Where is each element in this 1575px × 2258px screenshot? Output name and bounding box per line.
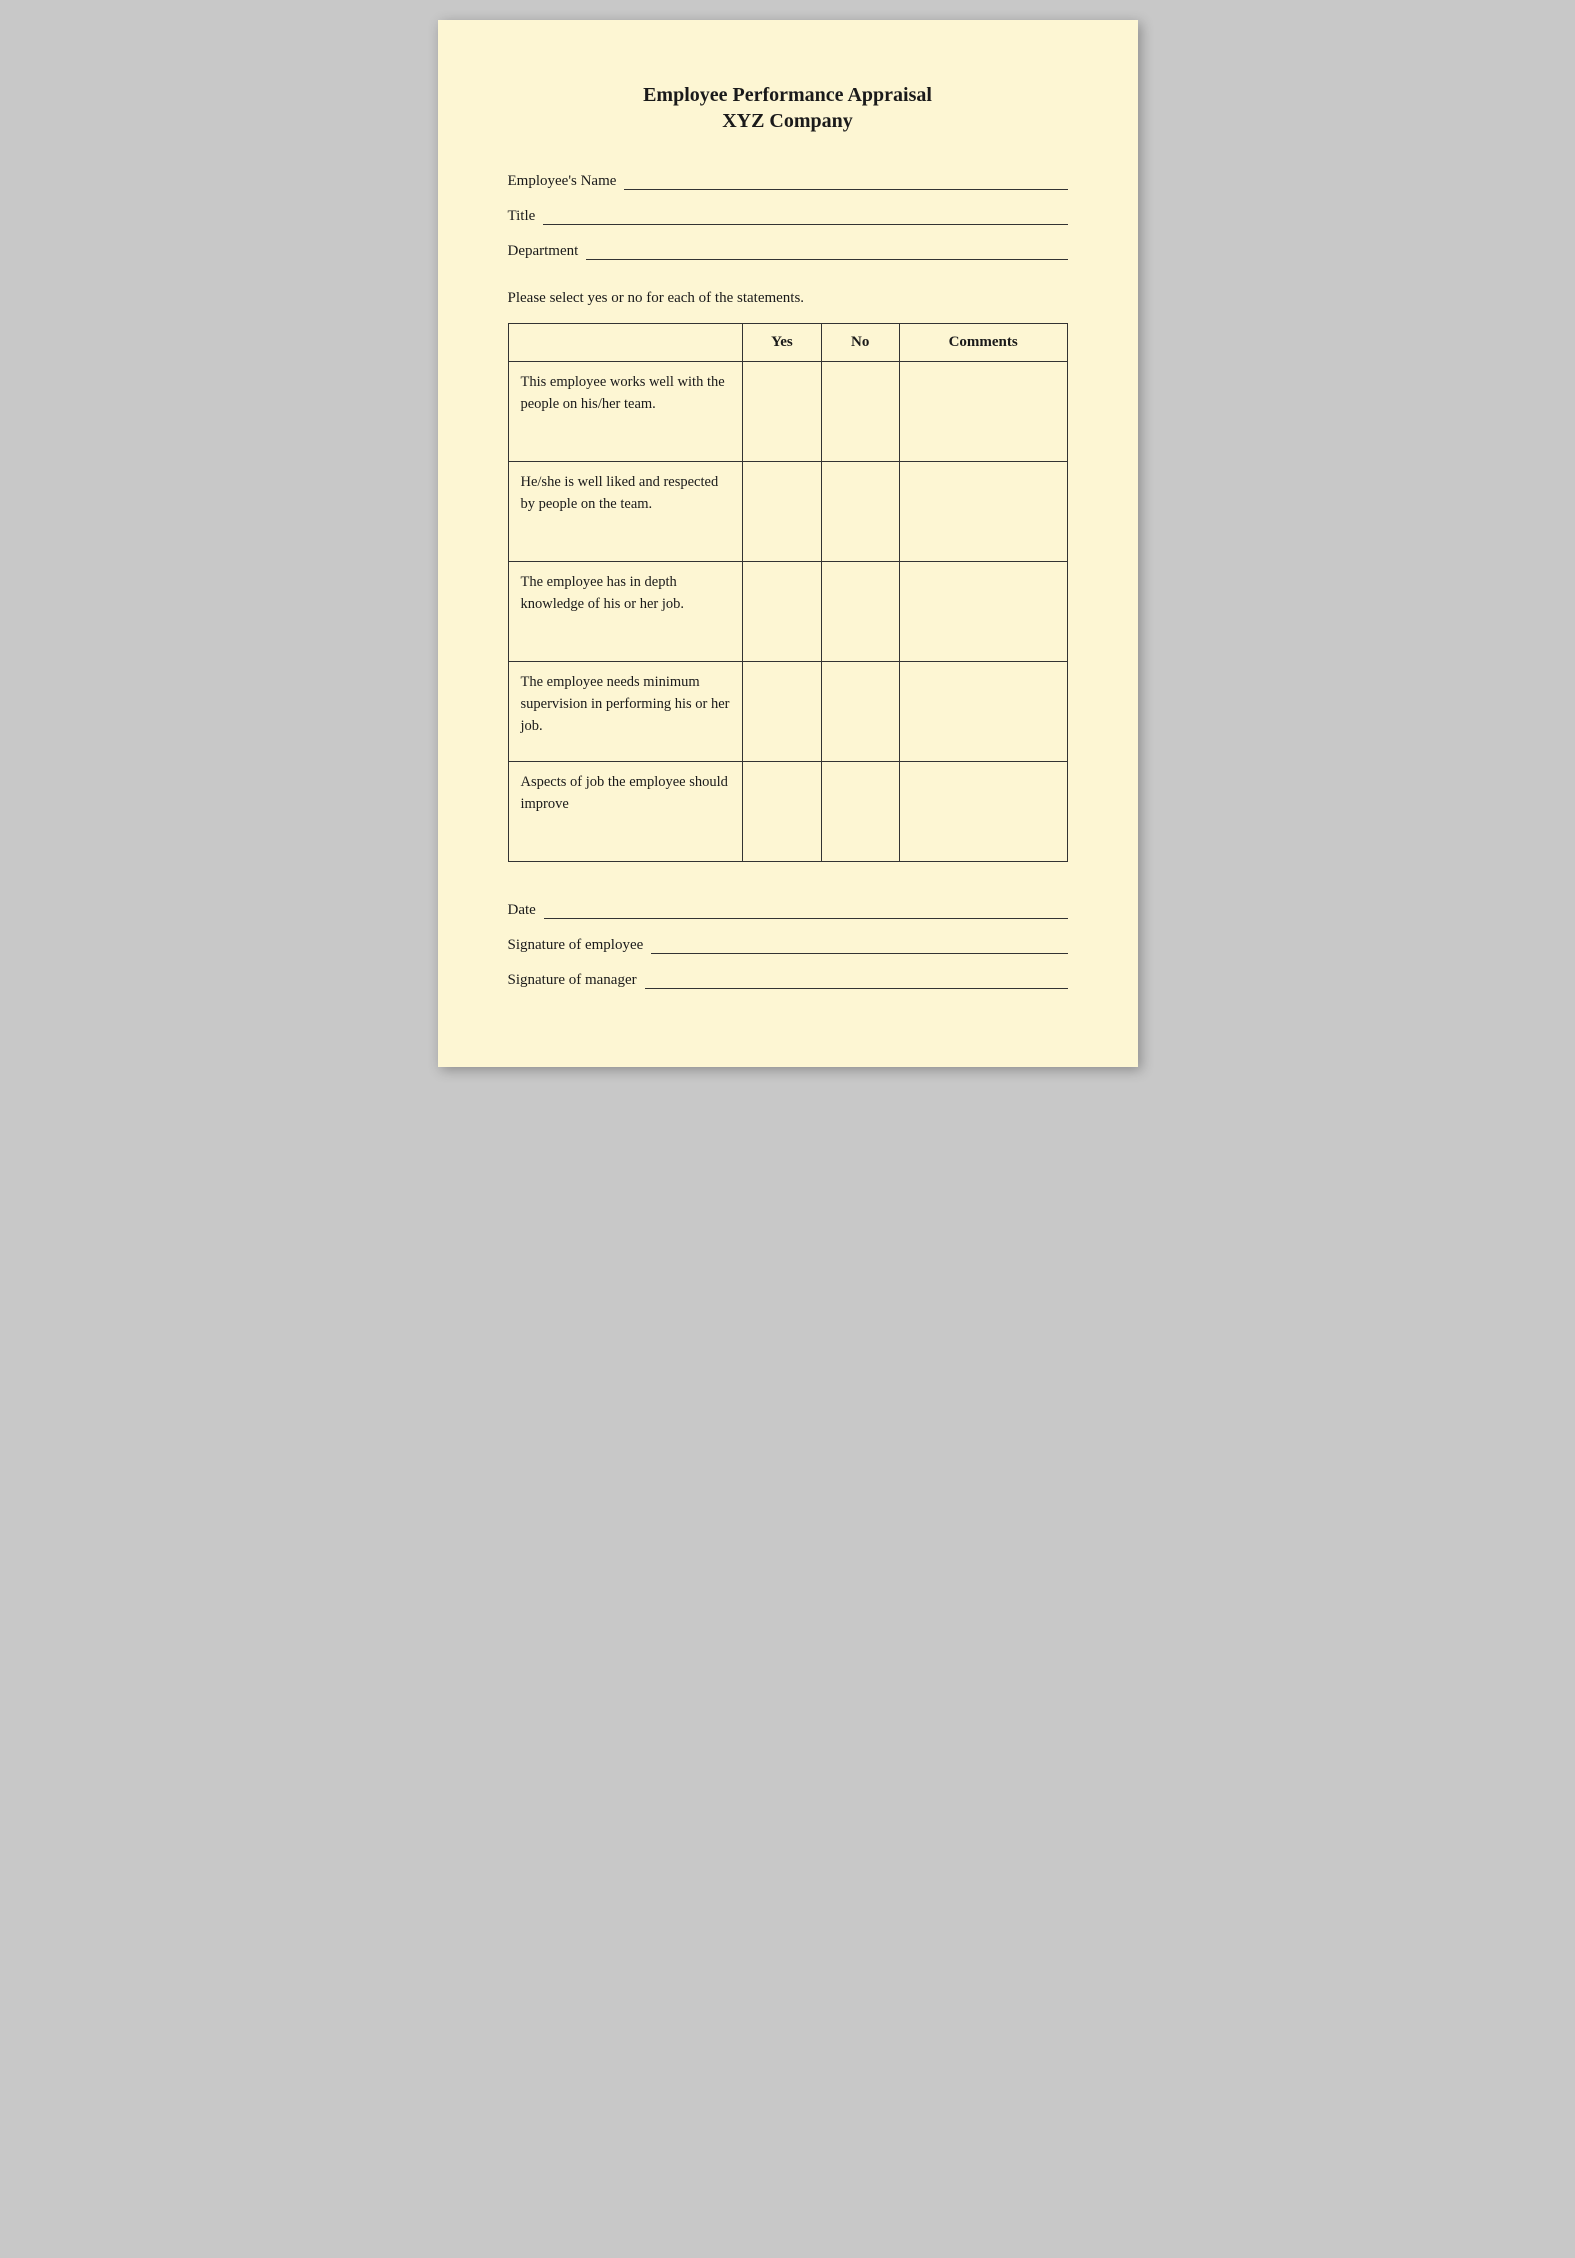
header-no: No bbox=[821, 324, 899, 362]
form-title-line1: Employee Performance Appraisal bbox=[508, 80, 1068, 110]
signature-manager-label: Signature of manager bbox=[508, 972, 637, 989]
statement-5: Aspects of job the employee should impro… bbox=[508, 762, 743, 862]
header-statement bbox=[508, 324, 743, 362]
comments-cell-5[interactable] bbox=[899, 762, 1067, 862]
employee-name-field: Employee's Name bbox=[508, 173, 1068, 190]
date-line[interactable] bbox=[544, 915, 1068, 919]
date-label: Date bbox=[508, 902, 536, 919]
table-row: The employee needs minimum supervision i… bbox=[508, 662, 1067, 762]
yes-cell-4[interactable] bbox=[743, 662, 821, 762]
title-line[interactable] bbox=[543, 221, 1067, 225]
signature-manager-line[interactable] bbox=[645, 985, 1068, 989]
no-cell-2[interactable] bbox=[821, 462, 899, 562]
employee-fields-section: Employee's Name Title Department bbox=[508, 173, 1068, 260]
date-field: Date bbox=[508, 902, 1068, 919]
department-label: Department bbox=[508, 243, 579, 260]
no-cell-1[interactable] bbox=[821, 362, 899, 462]
statement-1: This employee works well with the people… bbox=[508, 362, 743, 462]
employee-name-line[interactable] bbox=[624, 186, 1067, 190]
comments-cell-3[interactable] bbox=[899, 562, 1067, 662]
appraisal-table: Yes No Comments This employee works well… bbox=[508, 323, 1068, 862]
signature-employee-line[interactable] bbox=[651, 950, 1067, 954]
statement-3: The employee has in depth knowledge of h… bbox=[508, 562, 743, 662]
table-row: Aspects of job the employee should impro… bbox=[508, 762, 1067, 862]
signature-section: Date Signature of employee Signature of … bbox=[508, 902, 1068, 989]
title-field: Title bbox=[508, 208, 1068, 225]
header-yes: Yes bbox=[743, 324, 821, 362]
signature-manager-field: Signature of manager bbox=[508, 972, 1068, 989]
title-label: Title bbox=[508, 208, 536, 225]
signature-employee-label: Signature of employee bbox=[508, 937, 644, 954]
appraisal-form: Employee Performance Appraisal XYZ Compa… bbox=[438, 20, 1138, 1067]
table-row: He/she is well liked and respected by pe… bbox=[508, 462, 1067, 562]
no-cell-3[interactable] bbox=[821, 562, 899, 662]
table-header-row: Yes No Comments bbox=[508, 324, 1067, 362]
department-line[interactable] bbox=[586, 256, 1067, 260]
comments-cell-1[interactable] bbox=[899, 362, 1067, 462]
table-row: The employee has in depth knowledge of h… bbox=[508, 562, 1067, 662]
table-row: This employee works well with the people… bbox=[508, 362, 1067, 462]
comments-cell-2[interactable] bbox=[899, 462, 1067, 562]
comments-cell-4[interactable] bbox=[899, 662, 1067, 762]
department-field: Department bbox=[508, 243, 1068, 260]
yes-cell-2[interactable] bbox=[743, 462, 821, 562]
header-comments: Comments bbox=[899, 324, 1067, 362]
yes-cell-5[interactable] bbox=[743, 762, 821, 862]
title-section: Employee Performance Appraisal XYZ Compa… bbox=[508, 80, 1068, 133]
yes-cell-1[interactable] bbox=[743, 362, 821, 462]
statement-4: The employee needs minimum supervision i… bbox=[508, 662, 743, 762]
form-title-line2: XYZ Company bbox=[508, 110, 1068, 133]
instruction-text: Please select yes or no for each of the … bbox=[508, 290, 1068, 307]
statement-2: He/she is well liked and respected by pe… bbox=[508, 462, 743, 562]
signature-employee-field: Signature of employee bbox=[508, 937, 1068, 954]
yes-cell-3[interactable] bbox=[743, 562, 821, 662]
no-cell-4[interactable] bbox=[821, 662, 899, 762]
no-cell-5[interactable] bbox=[821, 762, 899, 862]
employee-name-label: Employee's Name bbox=[508, 173, 617, 190]
